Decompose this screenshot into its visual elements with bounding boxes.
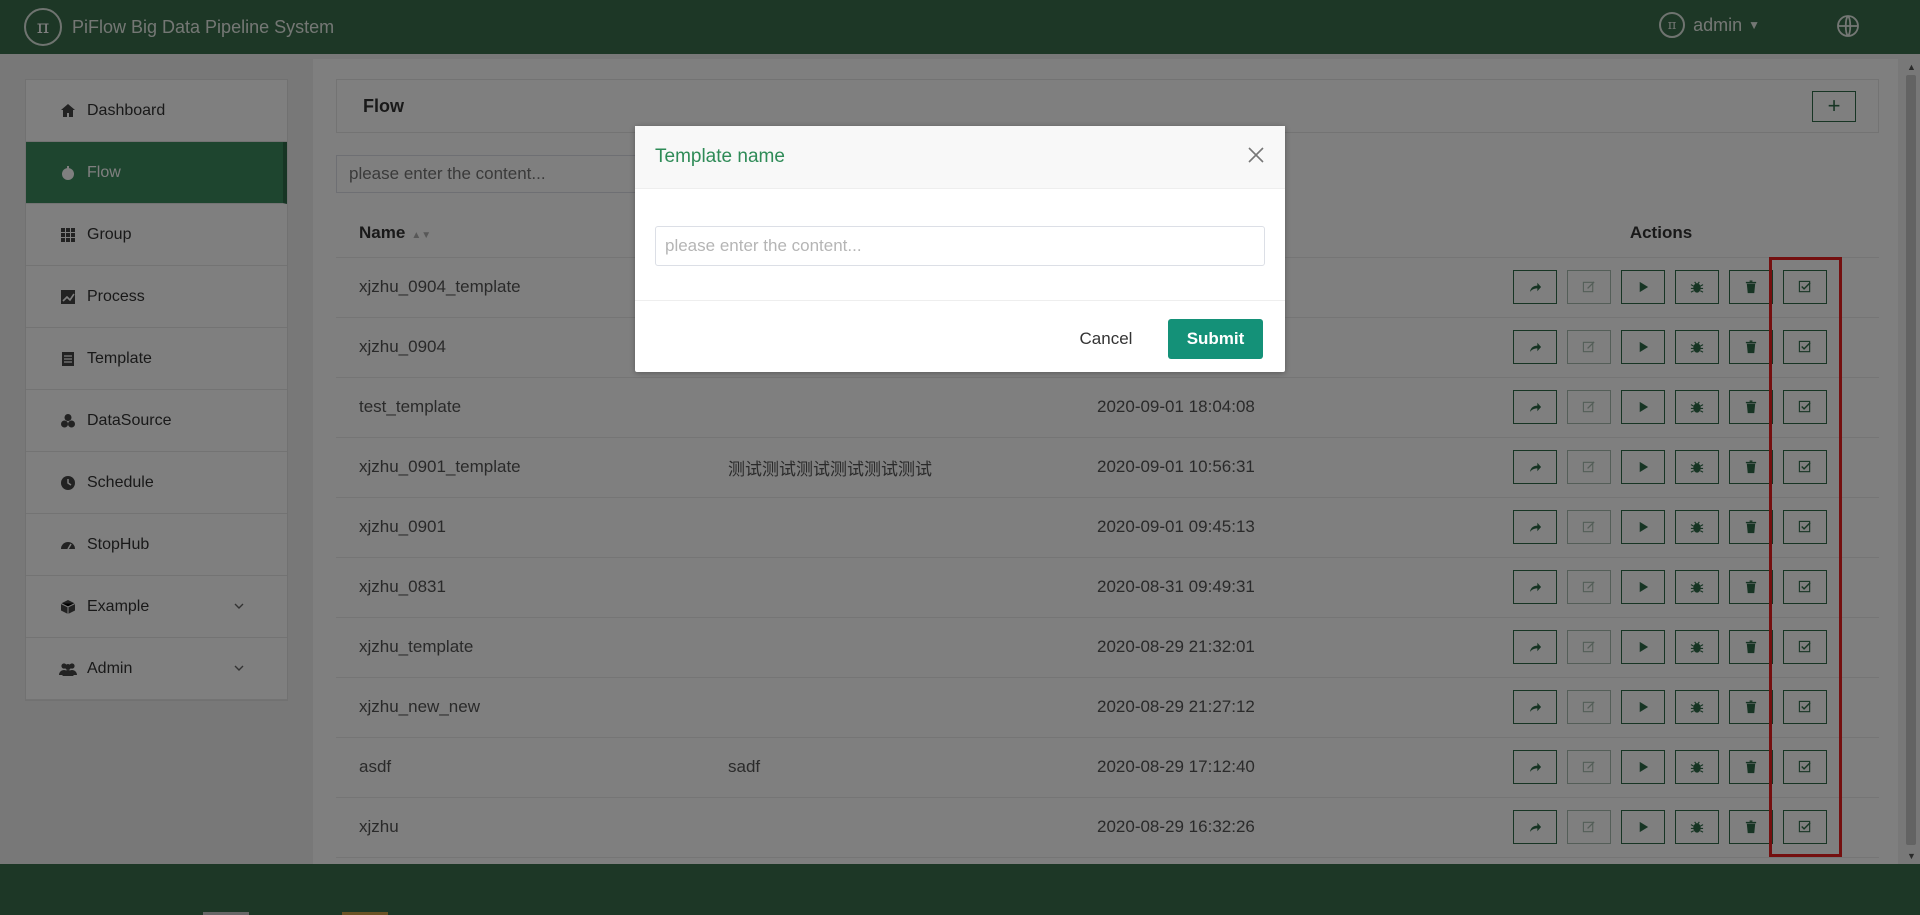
template-name-input[interactable] <box>655 226 1265 266</box>
dialog-footer: Cancel Submit <box>635 301 1285 371</box>
template-name-dialog: Template name Cancel Submit <box>635 126 1285 372</box>
dialog-title: Template name <box>655 146 785 167</box>
close-icon[interactable] <box>1247 146 1265 164</box>
cancel-button[interactable]: Cancel <box>1066 320 1146 358</box>
submit-button[interactable]: Submit <box>1168 319 1263 359</box>
dialog-body <box>635 189 1285 301</box>
dialog-header: Template name <box>635 126 1285 189</box>
